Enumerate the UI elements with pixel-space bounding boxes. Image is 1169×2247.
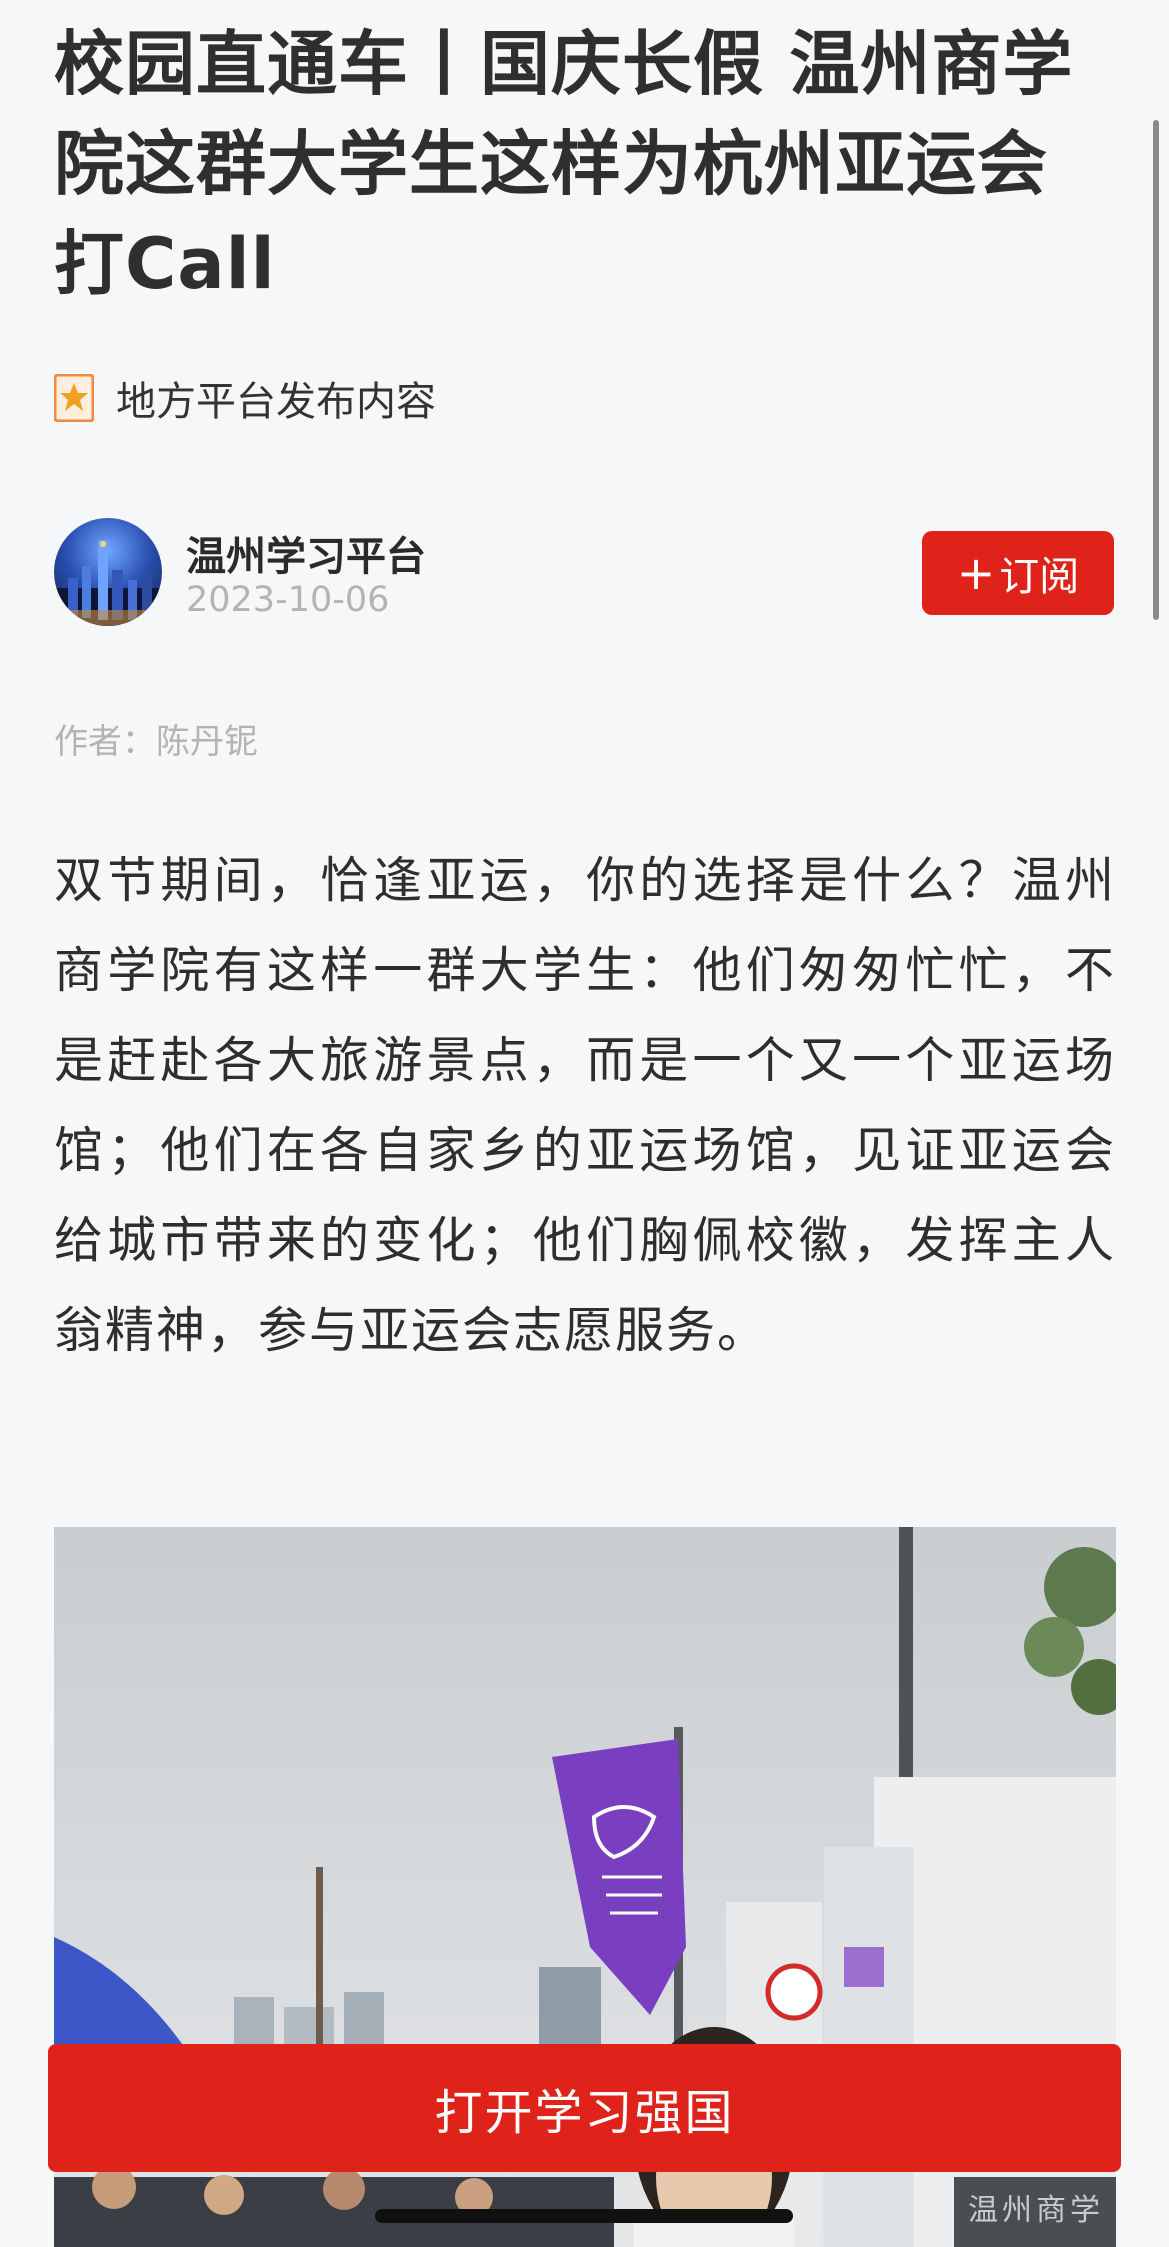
channel-avatar[interactable] [54,518,162,626]
article-title: 校园直通车丨国庆长假 温州商学院这群大学生这样为杭州亚运会打Call [54,23,1074,305]
channel-header: 温州学习平台 2023-10-06 + 订阅 [54,518,1114,628]
bookmark-star-icon [54,374,94,422]
plus-icon: + [956,546,996,600]
open-app-button[interactable]: 打开学习强国 [48,2044,1121,2172]
source-tag: 地方平台发布内容 [54,370,436,426]
page-scrollbar[interactable] [1153,120,1159,620]
publish-date: 2023-10-06 [186,580,390,620]
article-body: 双节期间，恰逢亚运，你的选择是什么？温州商学院有这样一群大学生：他们匆匆忙忙，不… [54,852,1116,1359]
channel-name[interactable]: 温州学习平台 [186,524,426,582]
source-label: 地方平台发布内容 [116,379,436,425]
subscribe-label: 订阅 [999,554,1080,600]
author-line: 作者：陈丹铌 [54,722,258,762]
subscribe-button[interactable]: + 订阅 [922,531,1114,615]
photo-watermark: 温州商学 [968,2193,1104,2228]
home-indicator[interactable] [375,2209,793,2223]
